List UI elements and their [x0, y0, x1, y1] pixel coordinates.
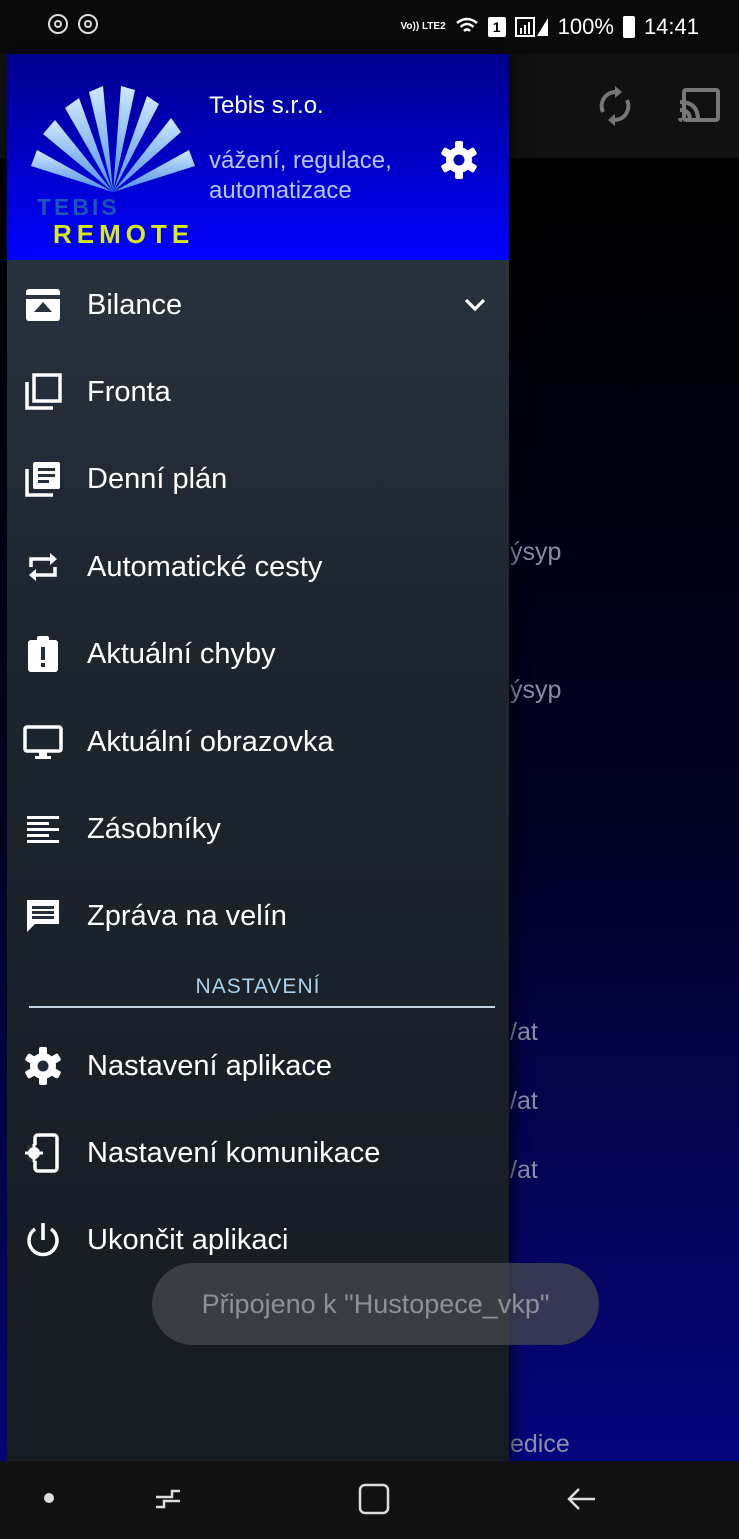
status-bar: Vo)) LTE2 1 100% 14:41 — [0, 0, 739, 54]
menu-item-automaticke-cesty[interactable]: Automatické cesty — [7, 524, 509, 610]
gear-icon — [25, 1047, 61, 1085]
message-icon — [27, 900, 59, 932]
library-books-icon — [25, 462, 60, 497]
menu-item-fronta[interactable]: Fronta — [7, 349, 509, 435]
menu-item-denni-plan[interactable]: Denní plán — [7, 436, 509, 522]
clipboard-alert-icon — [28, 636, 58, 672]
clock: 14:41 — [643, 14, 699, 39]
section-divider — [29, 1006, 495, 1008]
gear-icon[interactable] — [439, 140, 479, 180]
system-navigation-bar — [0, 1461, 739, 1539]
menu-item-label: Nastavení aplikace — [87, 1049, 333, 1082]
company-tagline: vážení, regulace, automatizace — [209, 147, 392, 204]
menu-item-zprava-na-velin[interactable]: Zpráva na velín — [7, 873, 509, 959]
menu-item-aktualni-obrazovka[interactable]: Aktuální obrazovka — [7, 699, 509, 785]
menu-item-nastaveni-komunikace[interactable]: Nastavení komunikace — [7, 1110, 509, 1196]
toast-message: Připojeno k "Hustopece_vkp" — [152, 1263, 599, 1345]
menu-item-label: Aktuální obrazovka — [87, 725, 334, 758]
battery-icon — [622, 16, 635, 38]
phone-settings-icon — [25, 1133, 59, 1173]
cast-icon[interactable] — [678, 86, 722, 126]
background-text: ýsyp — [510, 538, 562, 566]
notification-e-icon — [78, 14, 98, 34]
upload-box-icon — [26, 289, 60, 321]
sim-icon: 1 — [487, 17, 506, 37]
menu-item-nastaveni-aplikace[interactable]: Nastavení aplikace — [7, 1023, 509, 1109]
battery-percent: 100% — [557, 14, 614, 39]
menu-item-label: Ukončit aplikaci — [87, 1223, 289, 1256]
background-text: ýsyp — [510, 676, 562, 704]
company-name: Tebis s.r.o. — [209, 92, 324, 119]
menu-item-aktualni-chyby[interactable]: Aktuální chyby — [7, 611, 509, 697]
menu-item-label: Zásobníky — [87, 812, 221, 845]
chevron-down-icon[interactable] — [461, 291, 489, 319]
menu-item-label: Nastavení komunikace — [87, 1136, 381, 1169]
section-title-nastaveni: NASTAVENÍ — [195, 975, 321, 998]
text-lines-icon — [27, 816, 59, 843]
logo-remote-text: REMOTE — [53, 219, 195, 249]
menu-item-label: Aktuální chyby — [87, 637, 276, 670]
background-text: edice — [510, 1430, 570, 1458]
menu-item-label: Bilance — [87, 288, 183, 321]
menu-item-label: Automatické cesty — [87, 550, 323, 583]
status-left-icons — [48, 14, 98, 34]
volte-icon: Vo)) LTE2 — [400, 21, 446, 32]
menu-item-zasobniky[interactable]: Zásobníky — [7, 786, 509, 872]
navigation-drawer: TEBIS REMOTE Tebis s.r.o. vážení, regula… — [7, 54, 509, 1461]
back-icon[interactable] — [563, 1481, 599, 1517]
background-text: /at — [510, 1018, 538, 1046]
status-right-icons: Vo)) LTE2 1 100% 14:41 — [400, 14, 699, 40]
monitor-icon — [23, 725, 63, 759]
power-icon — [27, 1223, 59, 1257]
background-text: /at — [510, 1156, 538, 1184]
data-saver-icon — [48, 14, 68, 34]
home-icon[interactable] — [356, 1481, 392, 1517]
logo-tebis-text: TEBIS — [37, 194, 120, 220]
menu-item-label: Fronta — [87, 375, 171, 408]
nav-dot-icon[interactable] — [44, 1493, 54, 1503]
sync-icon[interactable] — [595, 86, 635, 126]
menu-item-bilance[interactable]: Bilance — [7, 262, 509, 348]
repeat-icon — [29, 553, 57, 581]
menu-item-label: Denní plán — [87, 462, 228, 495]
menu-item-label: Zpráva na velín — [87, 899, 287, 932]
recent-apps-icon[interactable] — [150, 1481, 186, 1517]
signal-icon — [514, 17, 548, 37]
wifi-icon — [455, 17, 478, 32]
layers-icon — [25, 373, 62, 410]
drawer-header: TEBIS REMOTE Tebis s.r.o. vážení, regula… — [7, 54, 509, 260]
background-text: /at — [510, 1087, 538, 1115]
